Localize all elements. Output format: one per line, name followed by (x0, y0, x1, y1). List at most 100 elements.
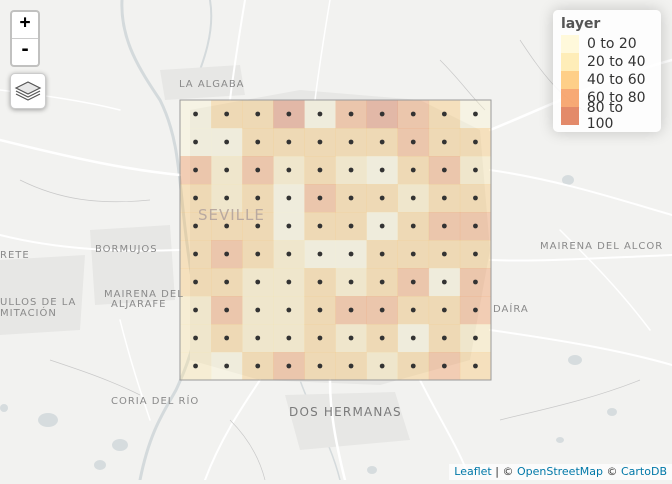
point-marker[interactable] (224, 223, 230, 229)
point-marker[interactable] (224, 251, 230, 257)
point-marker[interactable] (255, 111, 261, 117)
point-marker[interactable] (379, 167, 385, 173)
point-marker[interactable] (348, 223, 354, 229)
leaflet-link[interactable]: Leaflet (454, 465, 491, 478)
point-marker[interactable] (286, 111, 292, 117)
point-marker[interactable] (441, 251, 447, 257)
point-marker[interactable] (255, 307, 261, 313)
point-marker[interactable] (379, 251, 385, 257)
point-marker[interactable] (193, 363, 198, 369)
point-marker[interactable] (348, 195, 354, 201)
point-marker[interactable] (224, 363, 230, 369)
point-marker[interactable] (410, 279, 416, 285)
point-marker[interactable] (255, 335, 261, 341)
point-marker[interactable] (317, 223, 323, 229)
point-marker[interactable] (441, 195, 447, 201)
point-marker[interactable] (441, 139, 447, 145)
point-marker[interactable] (193, 307, 198, 313)
point-marker[interactable] (255, 139, 261, 145)
point-marker[interactable] (317, 307, 323, 313)
point-marker[interactable] (410, 223, 416, 229)
point-marker[interactable] (473, 335, 478, 341)
point-marker[interactable] (255, 363, 261, 369)
point-marker[interactable] (286, 363, 292, 369)
point-marker[interactable] (348, 363, 354, 369)
point-marker[interactable] (224, 279, 230, 285)
point-marker[interactable] (379, 279, 385, 285)
point-marker[interactable] (286, 167, 292, 173)
point-marker[interactable] (286, 251, 292, 257)
point-marker[interactable] (317, 251, 323, 257)
point-marker[interactable] (473, 363, 478, 369)
point-marker[interactable] (473, 139, 478, 145)
point-marker[interactable] (317, 139, 323, 145)
point-marker[interactable] (317, 111, 323, 117)
point-marker[interactable] (193, 139, 198, 145)
openstreetmap-link[interactable]: OpenStreetMap (517, 465, 603, 478)
point-marker[interactable] (410, 111, 416, 117)
point-marker[interactable] (379, 139, 385, 145)
point-marker[interactable] (348, 335, 354, 341)
point-marker[interactable] (348, 307, 354, 313)
point-marker[interactable] (286, 307, 292, 313)
point-marker[interactable] (255, 195, 261, 201)
point-marker[interactable] (286, 335, 292, 341)
point-marker[interactable] (348, 139, 354, 145)
point-marker[interactable] (193, 279, 198, 285)
point-marker[interactable] (286, 139, 292, 145)
point-marker[interactable] (255, 279, 261, 285)
point-marker[interactable] (379, 111, 385, 117)
point-marker[interactable] (224, 195, 230, 201)
point-marker[interactable] (441, 111, 447, 117)
point-marker[interactable] (441, 307, 447, 313)
point-marker[interactable] (193, 167, 198, 173)
point-marker[interactable] (193, 335, 198, 341)
point-marker[interactable] (193, 111, 198, 117)
point-marker[interactable] (473, 111, 478, 117)
point-marker[interactable] (410, 167, 416, 173)
point-marker[interactable] (255, 251, 261, 257)
point-marker[interactable] (379, 335, 385, 341)
point-marker[interactable] (348, 111, 354, 117)
zoom-in-button[interactable]: + (12, 12, 38, 39)
point-marker[interactable] (193, 251, 198, 257)
point-marker[interactable] (473, 195, 478, 201)
point-marker[interactable] (473, 279, 478, 285)
point-marker[interactable] (441, 363, 447, 369)
point-marker[interactable] (286, 195, 292, 201)
point-marker[interactable] (317, 167, 323, 173)
point-marker[interactable] (379, 223, 385, 229)
point-marker[interactable] (317, 335, 323, 341)
point-marker[interactable] (410, 195, 416, 201)
point-marker[interactable] (193, 223, 198, 229)
point-marker[interactable] (379, 195, 385, 201)
point-marker[interactable] (410, 251, 416, 257)
point-marker[interactable] (224, 111, 230, 117)
cartodb-link[interactable]: CartoDB (621, 465, 667, 478)
point-marker[interactable] (348, 251, 354, 257)
point-marker[interactable] (473, 223, 478, 229)
point-marker[interactable] (224, 139, 230, 145)
point-marker[interactable] (441, 335, 447, 341)
point-marker[interactable] (317, 363, 323, 369)
point-marker[interactable] (441, 223, 447, 229)
point-marker[interactable] (473, 251, 478, 257)
point-marker[interactable] (224, 167, 230, 173)
layers-control-button[interactable] (10, 73, 46, 109)
point-marker[interactable] (410, 335, 416, 341)
point-marker[interactable] (255, 223, 261, 229)
point-marker[interactable] (410, 307, 416, 313)
point-marker[interactable] (441, 167, 447, 173)
point-marker[interactable] (286, 223, 292, 229)
point-marker[interactable] (224, 335, 230, 341)
point-marker[interactable] (473, 307, 478, 313)
point-marker[interactable] (317, 279, 323, 285)
point-marker[interactable] (317, 195, 323, 201)
point-marker[interactable] (193, 195, 198, 201)
point-marker[interactable] (224, 307, 230, 313)
point-marker[interactable] (410, 363, 416, 369)
point-marker[interactable] (255, 167, 261, 173)
point-marker[interactable] (286, 279, 292, 285)
point-marker[interactable] (348, 279, 354, 285)
point-marker[interactable] (410, 139, 416, 145)
